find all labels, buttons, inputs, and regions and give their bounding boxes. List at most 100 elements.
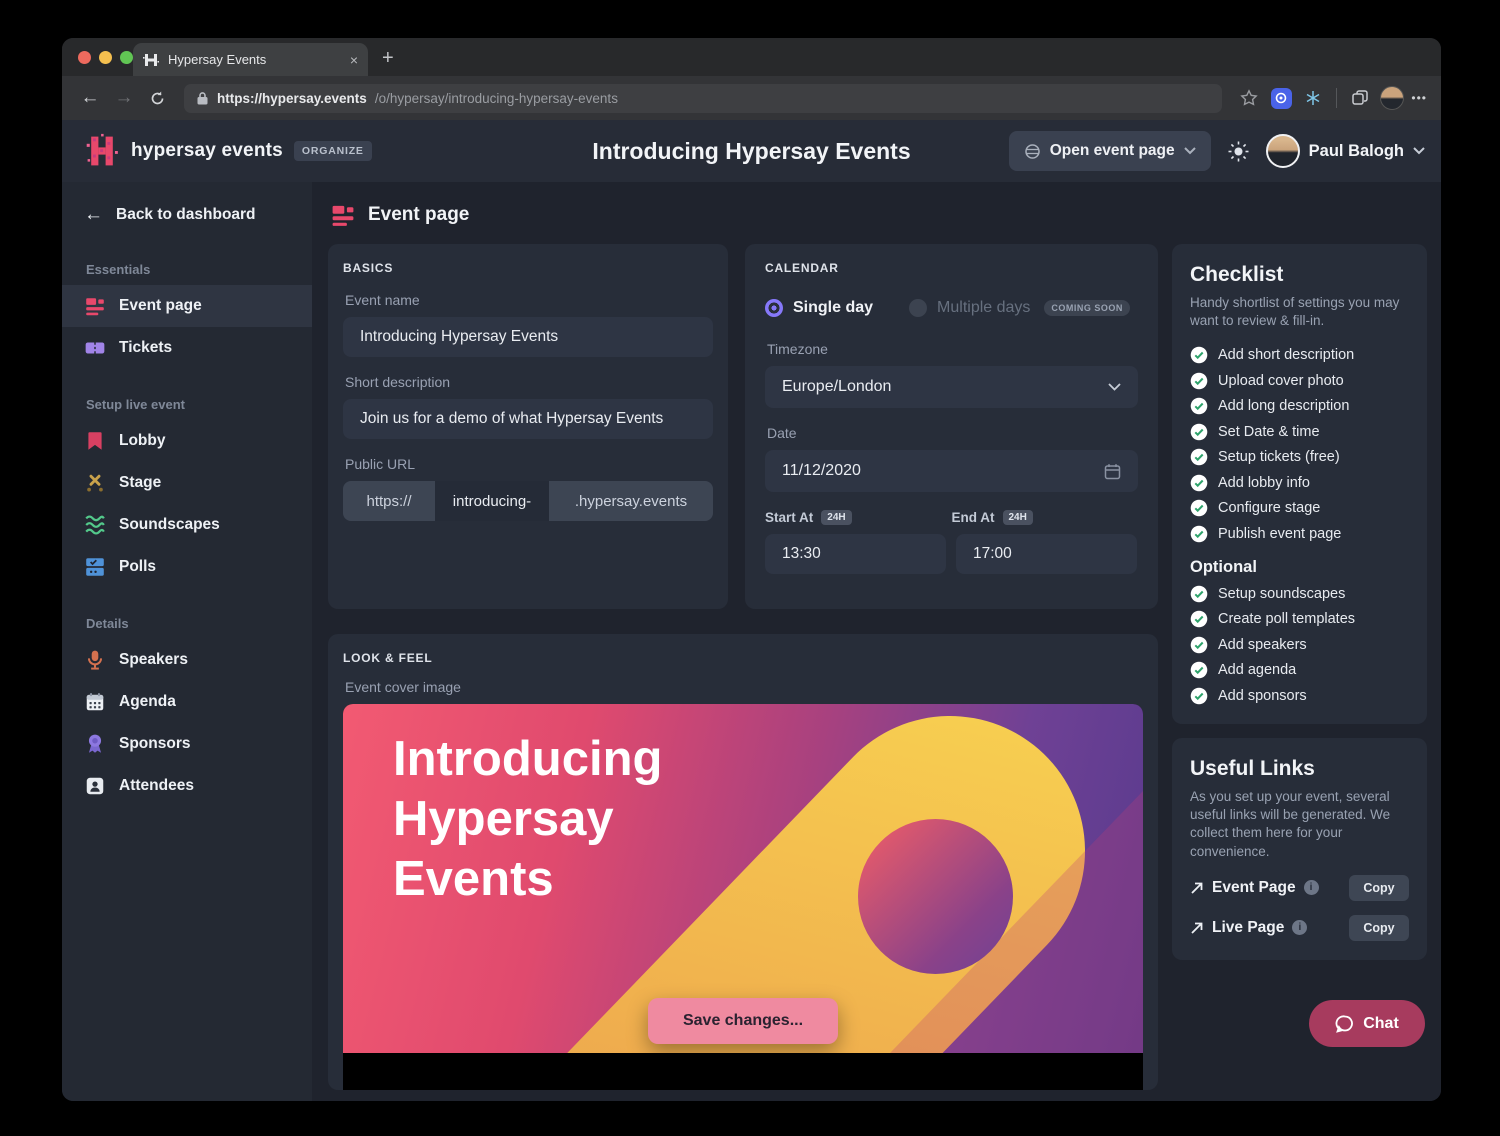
info-icon[interactable]: i [1292, 920, 1307, 935]
polls-icon [84, 556, 106, 578]
checklist-item[interactable]: Create poll templates [1190, 610, 1409, 628]
sidebar-item-polls[interactable]: Polls [62, 546, 312, 588]
close-tab-icon[interactable]: × [350, 52, 358, 68]
check-circle-icon [1190, 474, 1208, 492]
zoom-window-button[interactable] [120, 51, 133, 64]
checklist-item[interactable]: Add short description [1190, 346, 1409, 364]
public-url-field: https:// introducing- .hypersay.events [343, 481, 713, 521]
timezone-select[interactable]: Europe/London [765, 366, 1138, 408]
checklist-item[interactable]: Add agenda [1190, 661, 1409, 679]
browser-tab[interactable]: Hypersay Events × [133, 43, 368, 76]
browser-window: Hypersay Events × + ← → https://hypersay… [62, 38, 1441, 1101]
save-changes-button[interactable]: Save changes... [648, 998, 838, 1044]
sidebar-item-attendees[interactable]: Attendees [62, 765, 312, 807]
extension-snowflake-icon[interactable] [1300, 89, 1326, 107]
check-circle-icon [1190, 448, 1208, 466]
event-name-input[interactable]: Introducing Hypersay Events [343, 317, 713, 357]
sidebar-item-soundscapes[interactable]: Soundscapes [62, 504, 312, 546]
open-event-page-button[interactable]: Open event page [1009, 131, 1211, 171]
single-day-radio[interactable] [765, 299, 783, 317]
close-window-button[interactable] [78, 51, 91, 64]
theme-sun-icon[interactable] [1228, 141, 1249, 162]
content-heading-label: Event page [368, 204, 469, 226]
globe-icon [1024, 143, 1041, 160]
cover-title-text: Introducing Hypersay Events [393, 730, 662, 909]
extension-password-icon[interactable] [1268, 88, 1294, 109]
sidebar-item-stage[interactable]: Stage [62, 462, 312, 504]
organize-badge: ORGANIZE [294, 141, 372, 161]
forward-button[interactable]: → [110, 87, 138, 109]
minimize-window-button[interactable] [99, 51, 112, 64]
new-tab-button[interactable]: + [382, 47, 394, 70]
open-event-page-label: Open event page [1050, 142, 1175, 160]
start-at-label: Start At [765, 510, 813, 525]
sidebar-section-essentials: Essentials [86, 262, 312, 277]
optional-label: Optional [1190, 558, 1409, 577]
soundscapes-icon [84, 514, 106, 536]
checklist-item[interactable]: Set Date & time [1190, 423, 1409, 441]
user-name: Paul Balogh [1309, 142, 1404, 161]
sidebar-item-lobby[interactable]: Lobby [62, 420, 312, 462]
brand[interactable]: hypersay events ORGANIZE [84, 133, 372, 169]
event-name-label: Event name [345, 292, 713, 308]
copy-event-page-button[interactable]: Copy [1349, 875, 1409, 901]
external-link-icon [1190, 881, 1204, 895]
hypersay-logo-icon [84, 133, 120, 169]
collections-icon[interactable] [1347, 89, 1373, 107]
event-page-link[interactable]: Event Page [1212, 879, 1296, 897]
event-page-link-row: Event Page i Copy [1190, 875, 1409, 901]
checklist-item[interactable]: Upload cover photo [1190, 372, 1409, 390]
coming-soon-badge: COMING SOON [1044, 300, 1130, 316]
date-input[interactable]: 11/12/2020 [765, 450, 1138, 492]
stage-icon [84, 472, 106, 494]
check-circle-icon [1190, 397, 1208, 415]
short-description-input[interactable]: Join us for a demo of what Hypersay Even… [343, 399, 713, 439]
calendar-section-label: CALENDAR [765, 261, 1138, 275]
checklist-item[interactable]: Add lobby info [1190, 474, 1409, 492]
browser-menu-icon[interactable]: ••• [1411, 91, 1427, 105]
browser-profile-avatar[interactable] [1379, 86, 1405, 110]
url-bar[interactable]: https://hypersay.events/o/hypersay/intro… [184, 84, 1222, 113]
sidebar-item-tickets[interactable]: Tickets [62, 327, 312, 369]
chevron-down-icon [1413, 147, 1425, 155]
agenda-icon [84, 691, 106, 713]
checklist-item[interactable]: Configure stage [1190, 499, 1409, 517]
checklist-item[interactable]: Add long description [1190, 397, 1409, 415]
single-day-label: Single day [793, 299, 873, 317]
reload-button[interactable] [144, 90, 170, 107]
window-controls [78, 51, 133, 64]
end-24h-badge: 24H [1003, 510, 1033, 525]
checklist-item[interactable]: Add speakers [1190, 636, 1409, 654]
check-circle-icon [1190, 525, 1208, 543]
copy-live-page-button[interactable]: Copy [1349, 915, 1409, 941]
checklist-item[interactable]: Publish event page [1190, 525, 1409, 543]
look-feel-section-label: LOOK & FEEL [343, 651, 1143, 665]
back-arrow-icon: ← [84, 204, 103, 226]
start-time-input[interactable]: 13:30 [765, 534, 946, 574]
bookmark-star-icon[interactable] [1236, 89, 1262, 107]
chat-button[interactable]: Chat [1309, 1000, 1425, 1047]
user-avatar [1266, 134, 1300, 168]
end-time-input[interactable]: 17:00 [956, 534, 1137, 574]
url-slug-input[interactable]: introducing- [435, 481, 549, 521]
multiple-days-label: Multiple days [937, 299, 1030, 317]
sidebar-item-agenda[interactable]: Agenda [62, 681, 312, 723]
live-page-link[interactable]: Live Page [1212, 919, 1284, 937]
sidebar-item-sponsors[interactable]: Sponsors [62, 723, 312, 765]
check-circle-icon [1190, 687, 1208, 705]
info-icon[interactable]: i [1304, 880, 1319, 895]
multiple-days-radio[interactable] [909, 299, 927, 317]
sidebar-item-speakers[interactable]: Speakers [62, 639, 312, 681]
main-content: Event page BASICS Event name Introducing… [312, 182, 1441, 1101]
back-to-dashboard[interactable]: ← Back to dashboard [62, 196, 312, 234]
content-heading: Event page [330, 202, 1427, 228]
back-button[interactable]: ← [76, 87, 104, 109]
user-menu[interactable]: Paul Balogh [1266, 134, 1425, 168]
calendar-card: CALENDAR Single day Multiple days COMING… [745, 244, 1158, 609]
checklist-item[interactable]: Add sponsors [1190, 687, 1409, 705]
checklist-item[interactable]: Setup soundscapes [1190, 585, 1409, 603]
checklist-item[interactable]: Setup tickets (free) [1190, 448, 1409, 466]
event-page-icon [84, 295, 106, 317]
check-circle-icon [1190, 585, 1208, 603]
sidebar-item-event-page[interactable]: Event page [62, 285, 312, 327]
